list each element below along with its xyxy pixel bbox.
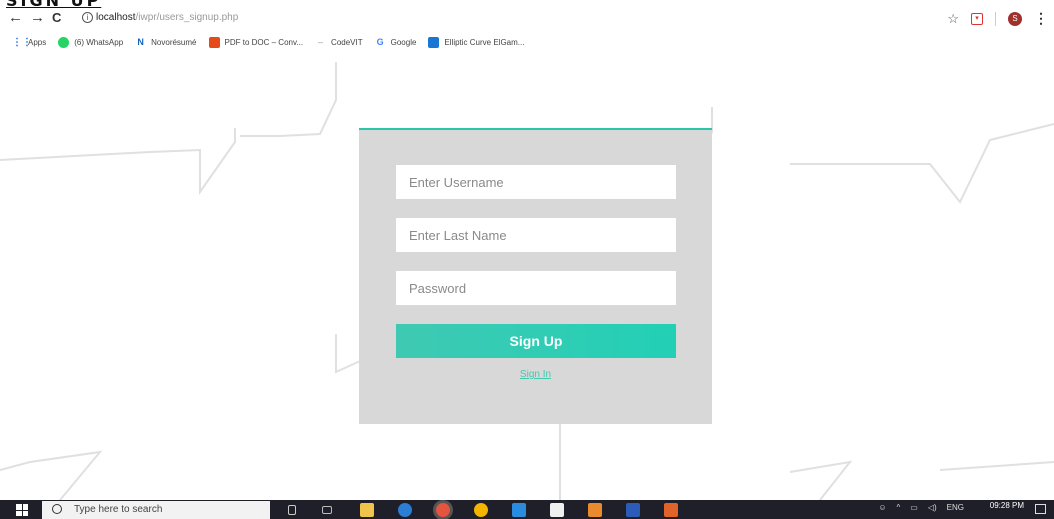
sign-in-link[interactable]: Sign In	[359, 369, 712, 380]
bookmark-label: CodeVIT	[331, 37, 363, 47]
people-icon[interactable]: ☺	[878, 503, 886, 512]
volume-icon[interactable]: ◁)	[928, 503, 937, 512]
notification-icon[interactable]	[1035, 504, 1046, 514]
word-icon[interactable]	[626, 503, 640, 517]
info-icon[interactable]: i	[82, 12, 93, 23]
username-input[interactable]	[396, 165, 676, 199]
menu-kebab-icon[interactable]: ⋮	[1034, 10, 1048, 27]
bookmark-star-icon[interactable]: ☆	[947, 11, 959, 27]
password-input[interactable]	[396, 271, 676, 305]
bookmark-label: Google	[390, 37, 417, 47]
taskbar-search-placeholder: Type here to search	[74, 504, 163, 515]
chrome-alt-icon[interactable]	[474, 503, 488, 517]
bookmark-label: (6) WhatsApp	[74, 37, 124, 47]
bookmark-pdf-to-doc[interactable]: PDF to DOC – Conv...	[208, 36, 304, 48]
edge-icon[interactable]	[398, 503, 412, 517]
vscode-icon[interactable]	[512, 503, 526, 517]
bookmark-novoresume[interactable]: N Novorésumé	[135, 37, 196, 48]
search-icon	[52, 504, 62, 514]
file-explorer-icon[interactable]	[360, 503, 374, 517]
powerpoint-icon[interactable]	[664, 503, 678, 517]
bookmark-elliptic-curve[interactable]: Elliptic Curve ElGam...	[428, 36, 525, 48]
bookmark-google[interactable]: G Google	[375, 37, 417, 48]
google-icon: G	[376, 36, 384, 47]
bookmark-apps[interactable]: ⋮⋮ Apps	[12, 37, 46, 48]
reload-button[interactable]: C	[52, 8, 61, 28]
back-button[interactable]: ←	[8, 8, 23, 28]
taskbar-clock[interactable]: 09:28 PM	[990, 501, 1024, 510]
address-bar-row: ← → C i localhost/iwpr/users_signup.php …	[0, 8, 1054, 30]
bookmarks-bar: ⋮⋮ Apps (6) WhatsApp N Novorésumé PDF to…	[0, 33, 524, 51]
bookmark-label: Elliptic Curve ElGam...	[444, 37, 525, 47]
page-content: Sign Up Sign In	[0, 52, 1054, 500]
bookmark-label: Apps	[28, 37, 47, 47]
last-name-input[interactable]	[396, 218, 676, 252]
codevit-icon: –	[318, 36, 324, 47]
bookmark-label: Novorésumé	[151, 37, 197, 47]
forward-button[interactable]: →	[30, 8, 45, 28]
apps-grid-icon: ⋮⋮	[12, 36, 32, 48]
battery-icon[interactable]: ▭	[910, 503, 918, 512]
signup-panel: Sign Up Sign In	[359, 128, 712, 424]
whatsapp-icon	[58, 36, 70, 48]
bookmark-icon	[428, 36, 440, 48]
task-view-icon[interactable]	[288, 505, 296, 515]
sign-up-button[interactable]: Sign Up	[396, 324, 676, 358]
pdf-icon	[208, 36, 220, 48]
chevron-up-icon[interactable]: ^	[897, 503, 901, 512]
store-icon[interactable]	[322, 506, 332, 514]
windows-start-icon[interactable]	[16, 504, 28, 516]
novoresume-icon: N	[137, 36, 144, 47]
profile-avatar[interactable]: S	[1008, 11, 1022, 26]
store-bag-icon[interactable]	[550, 503, 564, 517]
chrome-icon[interactable]	[436, 503, 450, 517]
bookmark-label: PDF to DOC – Conv...	[224, 37, 304, 47]
language-indicator[interactable]: ENG	[947, 503, 964, 512]
url-path: /iwpr/users_signup.php	[135, 12, 239, 23]
taskbar: Type here to search ☺ ^ ▭ ◁) ENG 09:28 P…	[0, 500, 1054, 519]
url-host: localhost	[96, 12, 136, 23]
bookmark-whatsapp[interactable]: (6) WhatsApp	[58, 36, 124, 48]
extension-icon[interactable]: ▾	[971, 12, 983, 25]
url-field[interactable]: localhost/iwpr/users_signup.php	[96, 10, 238, 26]
taskbar-search[interactable]: Type here to search	[42, 501, 270, 519]
toolbar-separator	[995, 11, 996, 26]
sublime-icon[interactable]	[588, 503, 602, 517]
bookmark-codevit[interactable]: – CodeVIT	[315, 37, 363, 48]
